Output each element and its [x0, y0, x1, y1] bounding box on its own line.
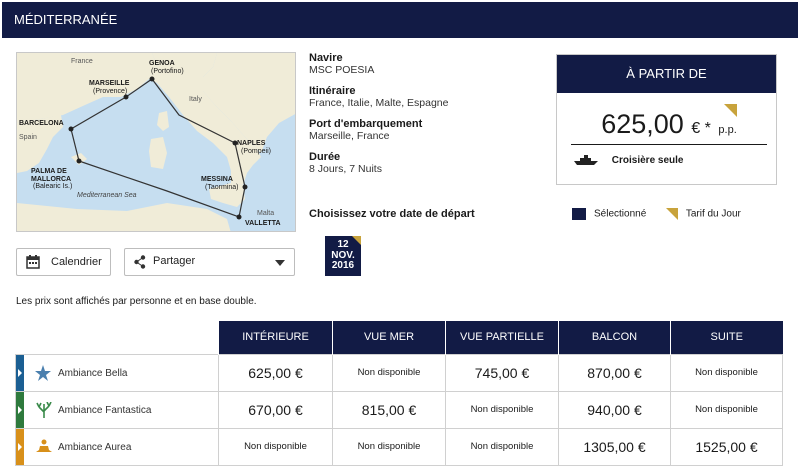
- cruise-info: Navire MSC POESIA Itinéraire France, Ita…: [309, 52, 539, 184]
- price-cell[interactable]: 1525,00 €: [670, 427, 783, 466]
- coral-icon: [36, 401, 52, 418]
- expand-row-toggle[interactable]: [16, 391, 24, 428]
- price-cell[interactable]: 1305,00 €: [558, 427, 671, 466]
- map-label-genoa: GENOA: [149, 60, 175, 67]
- price-cell[interactable]: 670,00 €: [218, 390, 333, 429]
- map-label-spain: Spain: [19, 134, 37, 141]
- table-header-blank: [16, 321, 219, 354]
- category-cell-aurea[interactable]: Ambiance Aurea: [15, 427, 219, 466]
- price-cell[interactable]: 870,00 €: [558, 353, 671, 392]
- price-amount: 625,00 € * p.p.: [571, 109, 767, 145]
- price-per-person: p.p.: [718, 124, 737, 136]
- itinerary-label: Itinéraire: [309, 85, 356, 97]
- price-cell[interactable]: 940,00 €: [558, 390, 671, 429]
- starfish-icon: [35, 364, 51, 381]
- calendar-button-label: Calendrier: [51, 256, 102, 268]
- price-cell: Non disponible: [445, 390, 559, 429]
- price-daily-rate-icon: [724, 104, 737, 117]
- price-box-header: À PARTIR DE: [557, 55, 776, 93]
- column-header: SUITE: [670, 321, 783, 354]
- price-cell: Non disponible: [332, 353, 446, 392]
- share-dropdown-label: Partager: [153, 255, 196, 267]
- map-label-malta: Malta: [257, 210, 274, 217]
- price-box: À PARTIR DE 625,00 € * p.p. Croisière se…: [556, 54, 777, 185]
- column-header: BALCON: [558, 321, 671, 354]
- price-table: INTÉRIEURE VUE MER VUE PARTIELLE BALCON …: [15, 321, 783, 466]
- map-label-messina: MESSINA: [201, 176, 233, 183]
- category-cell-fantastica[interactable]: Ambiance Fantastica: [15, 390, 219, 429]
- map-label-marseille: MARSEILLE: [89, 80, 130, 87]
- price-cell[interactable]: 625,00 €: [218, 353, 333, 392]
- map-label-naples: NAPLES: [237, 140, 266, 147]
- legend-selected-swatch: [572, 208, 586, 220]
- legend-daily-rate-swatch: [665, 208, 678, 220]
- expand-row-toggle[interactable]: [16, 428, 24, 465]
- column-header: VUE MER: [332, 321, 446, 354]
- price-note: Les prix sont affichés par personne et e…: [16, 296, 257, 307]
- category-name: Ambiance Aurea: [58, 441, 132, 453]
- price-cell: Non disponible: [670, 353, 783, 392]
- price-cell: Non disponible: [670, 390, 783, 429]
- price-cell: Non disponible: [218, 427, 333, 466]
- legend-selected-label: Sélectionné: [594, 208, 647, 220]
- map-label-palma2: MALLORCA: [31, 176, 71, 183]
- page-header: MÉDITERRANÉE: [2, 2, 798, 38]
- map-label-marseille-sub: (Provence): [93, 88, 127, 95]
- page-title: MÉDITERRANÉE: [14, 12, 118, 27]
- category-name: Ambiance Fantastica: [58, 404, 152, 416]
- daily-rate-corner-icon: [352, 236, 361, 245]
- map-label-naples-sub: (Pompeii): [241, 148, 271, 155]
- map-label-messina-sub: (Taormina): [205, 184, 238, 191]
- category-cell-bella[interactable]: Ambiance Bella: [15, 353, 219, 392]
- price-value: 625,00: [601, 109, 684, 139]
- port-label: Port d'embarquement: [309, 118, 423, 130]
- ship-icon: [574, 155, 598, 166]
- cruise-only-line: Croisière seule: [573, 155, 684, 166]
- share-icon: [134, 255, 146, 269]
- duration-label: Durée: [309, 151, 341, 163]
- itinerary-map: France Italy Spain Malta Mediterranean S…: [16, 52, 296, 232]
- price-cell: Non disponible: [332, 427, 446, 466]
- price-cell[interactable]: 815,00 €: [332, 390, 446, 429]
- price-cell: Non disponible: [445, 427, 559, 466]
- choose-date-label: Choisissez votre date de départ: [309, 208, 475, 220]
- ship-label: Navire: [309, 52, 343, 64]
- calendar-button[interactable]: Calendrier: [16, 248, 111, 276]
- table-row: Ambiance Aurea Non disponible Non dispon…: [15, 427, 783, 466]
- meditation-icon: [36, 439, 52, 452]
- table-row: Ambiance Fantastica 670,00 € 815,00 € No…: [15, 390, 783, 429]
- departure-date-chip[interactable]: 12 NOV. 2016: [325, 236, 361, 276]
- legend: Sélectionné Tarif du Jour: [572, 208, 741, 220]
- column-header: VUE PARTIELLE: [445, 321, 559, 354]
- category-name: Ambiance Bella: [58, 367, 128, 379]
- map-label-genoa-sub: (Portofino): [151, 68, 184, 75]
- map-label-valletta: VALLETTA: [245, 220, 281, 227]
- ship-value: MSC POESIA: [309, 64, 375, 76]
- map-label-sea: Mediterranean Sea: [77, 192, 137, 199]
- price-cell[interactable]: 745,00 €: [445, 353, 559, 392]
- map-label-palma-sub: (Balearic Is.): [33, 183, 72, 190]
- calendar-icon: [26, 255, 40, 269]
- map-label-italy: Italy: [189, 96, 202, 103]
- map-label-palma: PALMA DE: [31, 168, 67, 175]
- share-dropdown[interactable]: Partager: [124, 248, 295, 276]
- table-row: Ambiance Bella 625,00 € Non disponible 7…: [15, 353, 783, 392]
- cruise-only-label: Croisière seule: [611, 155, 684, 166]
- chevron-down-icon: [275, 260, 285, 266]
- map-label-barcelona: BARCELONA: [19, 120, 64, 127]
- map-label-france: France: [71, 58, 93, 65]
- column-header: INTÉRIEURE: [218, 321, 333, 354]
- duration-value: 8 Jours, 7 Nuits: [309, 163, 382, 175]
- table-header-row: INTÉRIEURE VUE MER VUE PARTIELLE BALCON …: [16, 321, 783, 354]
- port-value: Marseille, France: [309, 130, 390, 142]
- date-year: 2016: [331, 260, 355, 271]
- expand-row-toggle[interactable]: [16, 354, 24, 391]
- itinerary-value: France, Italie, Malte, Espagne: [309, 97, 449, 109]
- price-currency: € *: [691, 120, 711, 137]
- legend-daily-rate-label: Tarif du Jour: [685, 208, 741, 220]
